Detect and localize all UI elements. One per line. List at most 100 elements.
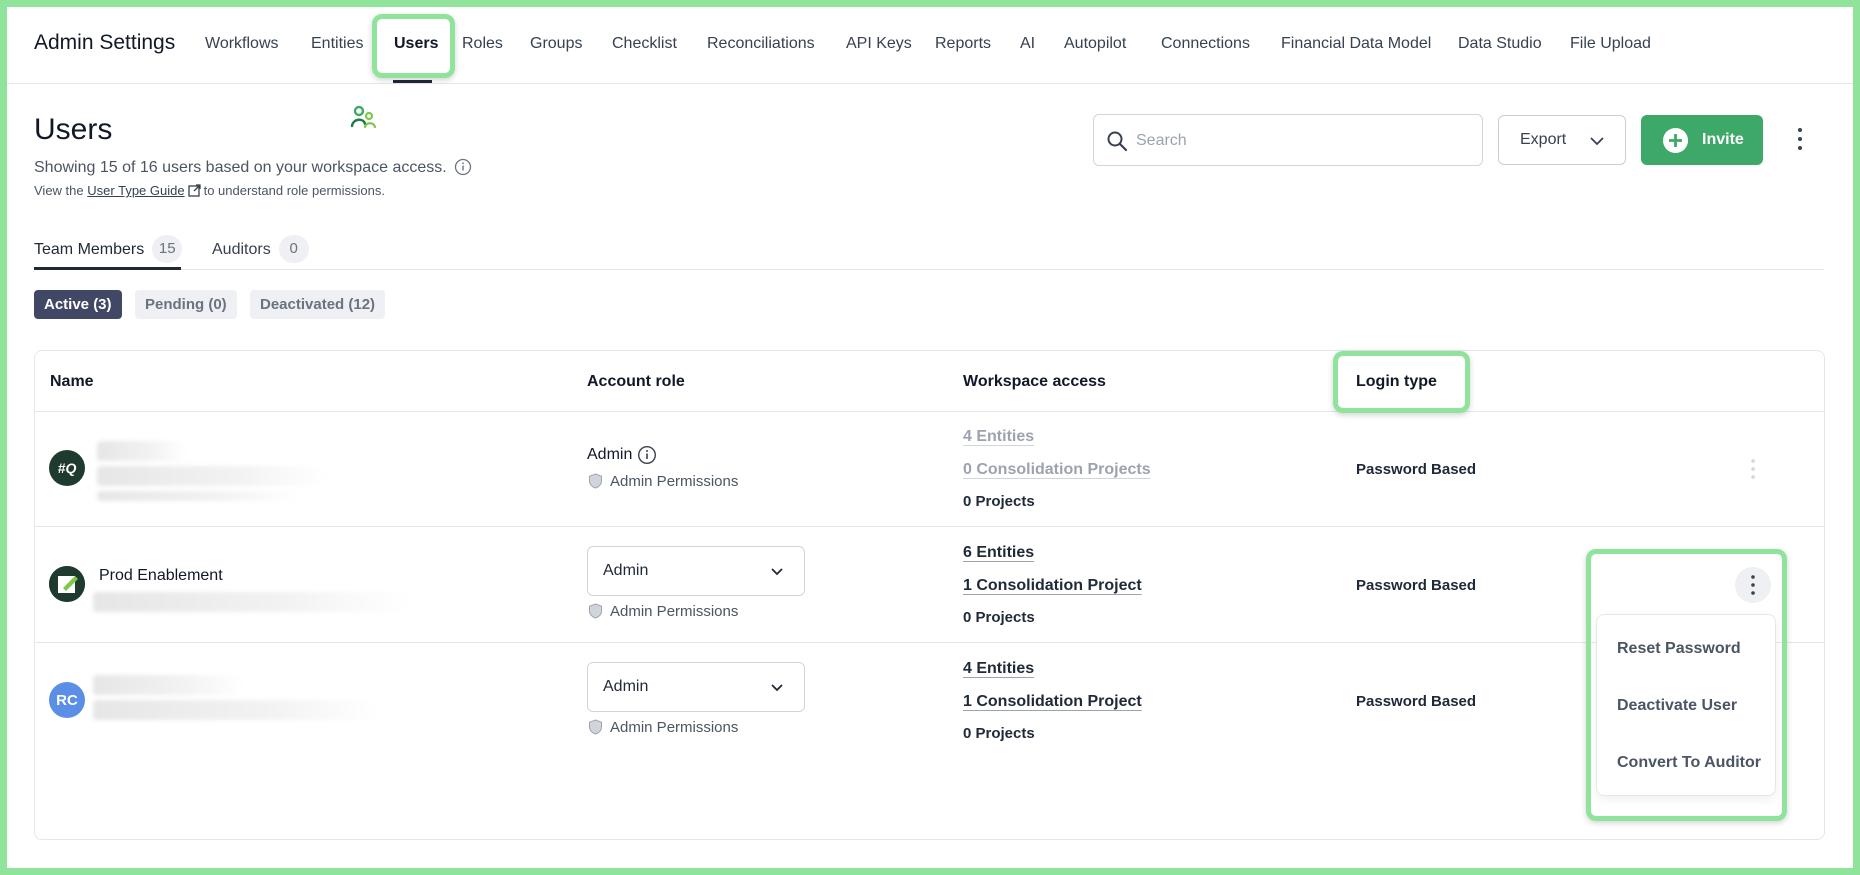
login-type: Password Based [1356,693,1477,710]
admin-settings-title: Admin Settings [34,31,176,54]
account-role-select[interactable]: Admin [587,546,805,596]
row-more-options-icon[interactable] [1735,567,1771,603]
shield-icon [589,719,602,735]
permissions-label: Admin Permissions [588,473,738,490]
permissions-text: Admin Permissions [610,603,739,620]
invite-button[interactable]: Invite [1641,115,1763,165]
guide-suffix: to understand role permissions. [203,183,385,198]
row-divider [35,411,1824,412]
nav-reports[interactable]: Reports [935,35,991,53]
redacted-detail [97,491,297,501]
search-icon [1107,131,1128,152]
account-role-value: Admin [603,562,649,579]
user-type-guide-line: View the User Type Guide to understand ro… [34,183,385,198]
nav-connections[interactable]: Connections [1161,35,1250,53]
account-role-text: Admin [587,446,633,463]
nav-entities[interactable]: Entities [311,35,363,53]
search-box[interactable] [1093,114,1483,166]
nav-checklist[interactable]: Checklist [612,35,677,53]
entities-link[interactable]: 4 Entities [963,428,1034,446]
redacted-name [93,675,243,695]
nav-workflows[interactable]: Workflows [205,35,279,53]
permissions-label: Admin Permissions [588,719,738,736]
projects-count: 0 Projects [963,609,1035,626]
nav-file-upload[interactable]: File Upload [1570,35,1651,53]
deactivate-user-menu-item[interactable]: Deactivate User [1617,697,1737,715]
export-label: Export [1520,131,1567,148]
filter-pending[interactable]: Pending (0) [135,290,237,319]
redacted-email [93,700,378,720]
redacted-email [97,466,327,486]
shield-icon [589,603,602,619]
active-nav-indicator [393,80,432,83]
users-count-text: Showing 15 of 16 users based on your wor… [34,159,447,176]
reset-password-menu-item[interactable]: Reset Password [1617,640,1741,658]
account-role-value: Admin [603,678,649,695]
column-header-account-role: Account role [587,373,685,390]
nav-reconciliations[interactable]: Reconciliations [707,35,815,53]
nav-groups[interactable]: Groups [530,35,582,53]
row-more-options-icon[interactable] [1735,451,1771,487]
permissions-label: Admin Permissions [588,603,738,620]
redacted-name [97,441,187,461]
nav-financial-data-model[interactable]: Financial Data Model [1281,35,1431,53]
row-divider [35,526,1824,527]
nav-ai[interactable]: AI [1020,35,1035,53]
entities-link[interactable]: 4 Entities [963,660,1034,678]
nav-users[interactable]: Users [394,35,438,53]
user-type-guide-link[interactable]: User Type Guide [87,183,184,198]
row-actions-menu: Reset Password Deactivate User Convert T… [1596,614,1776,796]
column-header-name: Name [50,373,94,390]
nav-roles[interactable]: Roles [462,35,503,53]
guide-prefix: View the [34,183,84,198]
tab-team-members-count: 15 [152,235,183,263]
chevron-down-icon [771,568,783,576]
page-title: Users [34,113,113,146]
nav-api-keys[interactable]: API Keys [846,35,912,53]
people-icon [350,105,376,129]
search-input[interactable] [1136,127,1466,155]
invite-label: Invite [1702,131,1744,148]
shield-icon [589,473,602,489]
info-icon[interactable] [454,158,472,176]
info-icon[interactable] [637,445,657,465]
tab-auditors[interactable]: Auditors 0 [212,235,309,264]
redacted-email [93,592,408,612]
permissions-text: Admin Permissions [610,719,739,736]
nav-autopilot[interactable]: Autopilot [1064,35,1126,53]
row-divider [35,642,1824,643]
consolidation-projects-link[interactable]: 1 Consolidation Project [963,577,1142,595]
tab-team-members[interactable]: Team Members 15 [34,235,183,264]
login-type: Password Based [1356,461,1477,478]
permissions-text: Admin Permissions [610,473,739,490]
login-type: Password Based [1356,577,1477,594]
tabs-divider [34,269,1824,270]
avatar [49,566,85,602]
consolidation-projects-link[interactable]: 1 Consolidation Project [963,693,1142,711]
tab-team-members-label: Team Members [34,241,145,259]
convert-to-auditor-menu-item[interactable]: Convert To Auditor [1617,754,1761,772]
user-name: Prod Enablement [99,567,223,584]
avatar: #Q [49,450,85,486]
column-header-login-type: Login type [1356,373,1437,390]
chevron-down-icon [1590,137,1604,146]
column-header-workspace-access: Workspace access [963,373,1106,390]
tab-auditors-count: 0 [278,235,309,263]
chevron-down-icon [771,684,783,692]
filter-deactivated[interactable]: Deactivated (12) [250,290,386,319]
active-tab-indicator [34,267,181,270]
account-role-select[interactable]: Admin [587,662,805,712]
projects-count: 0 Projects [963,493,1035,510]
nav-data-studio[interactable]: Data Studio [1458,35,1542,53]
external-link-icon[interactable] [187,184,201,197]
projects-count: 0 Projects [963,725,1035,742]
filter-active[interactable]: Active (3) [34,290,122,319]
more-options-icon[interactable] [1792,126,1808,152]
consolidation-projects-link[interactable]: 0 Consolidation Projects [963,461,1151,479]
top-nav: Admin Settings Workflows Entities Users … [0,0,1860,84]
edit-logo-icon [49,566,85,602]
entities-link[interactable]: 6 Entities [963,544,1034,562]
export-button[interactable]: Export [1498,115,1626,165]
avatar: RC [49,682,85,718]
tab-auditors-label: Auditors [212,241,271,259]
